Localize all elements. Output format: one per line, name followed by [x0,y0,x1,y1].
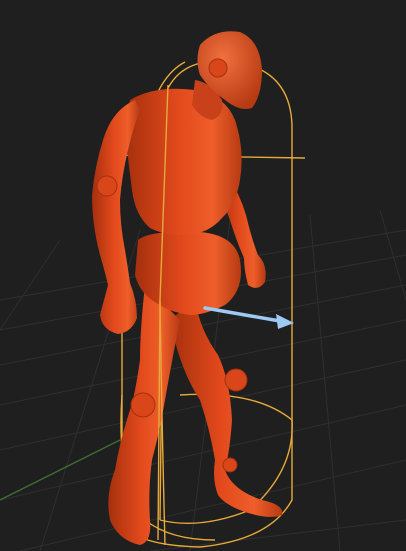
ankle-joint [222,457,238,473]
torso [125,88,242,236]
elbow-joint [96,175,118,197]
ear-joint [208,58,228,78]
knee-joint-back [224,368,248,392]
3d-viewport[interactable] [0,0,406,551]
scene-canvas[interactable] [0,0,406,551]
knee-joint-front [130,392,156,418]
